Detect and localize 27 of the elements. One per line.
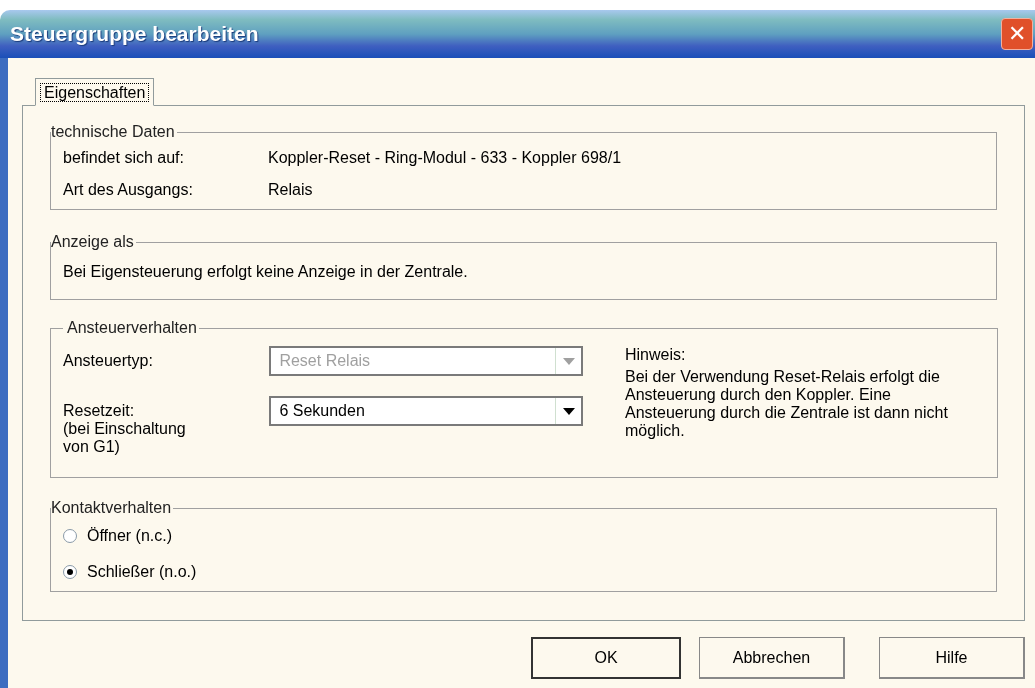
dialog-button[interactable]: Hilfe: [879, 637, 1025, 679]
field-label: Resetzeit: (bei Einschaltung von G1): [63, 401, 187, 456]
group-title: Anzeige als: [51, 232, 135, 252]
field-value: Relais: [268, 180, 313, 200]
radio-button[interactable]: [63, 565, 77, 579]
dropdown: Reset Relais: [269, 346, 583, 376]
radio-button[interactable]: [63, 529, 77, 543]
field-value: Koppler-Reset - Ring-Modul - 633 - Koppler 698/1: [268, 148, 622, 168]
tab[interactable]: Eigenschaften: [35, 78, 155, 106]
radio-option[interactable]: Öffner (n.c.): [63, 524, 984, 548]
radio-option[interactable]: Schließer (n.o.): [63, 560, 984, 584]
caret-icon: [562, 357, 575, 365]
dialog-button[interactable]: Abbrechen: [699, 637, 845, 679]
hint-text: Bei der Verwendung Reset-Relais erfolgt die Ansteuerung durch den Koppler. Eine Ansteuerung durch die Zentrale ist dann nicht möglich.: [625, 368, 949, 440]
window-title: Steuergruppe bearbeiten: [10, 21, 259, 48]
group-title: technische Daten: [51, 122, 176, 142]
group-title: Ansteuerverhalten: [66, 318, 198, 338]
group-title: Kontaktverhalten: [51, 498, 173, 518]
field-label: Ansteuertyp:: [63, 351, 154, 370]
field-label: Art des Ausgangs:: [63, 180, 194, 200]
hint-title: Hinweis:: [625, 346, 687, 364]
caret-icon: [562, 407, 575, 415]
dialog-button[interactable]: OK: [531, 637, 681, 679]
close-button[interactable]: ✕: [1001, 18, 1033, 50]
info-text: Bei Eigensteuerung erfolgt keine Anzeige in der Zentrale.: [63, 262, 469, 282]
field-label: befindet sich auf:: [63, 148, 185, 168]
dropdown[interactable]: 6 Sekunden: [269, 396, 583, 426]
